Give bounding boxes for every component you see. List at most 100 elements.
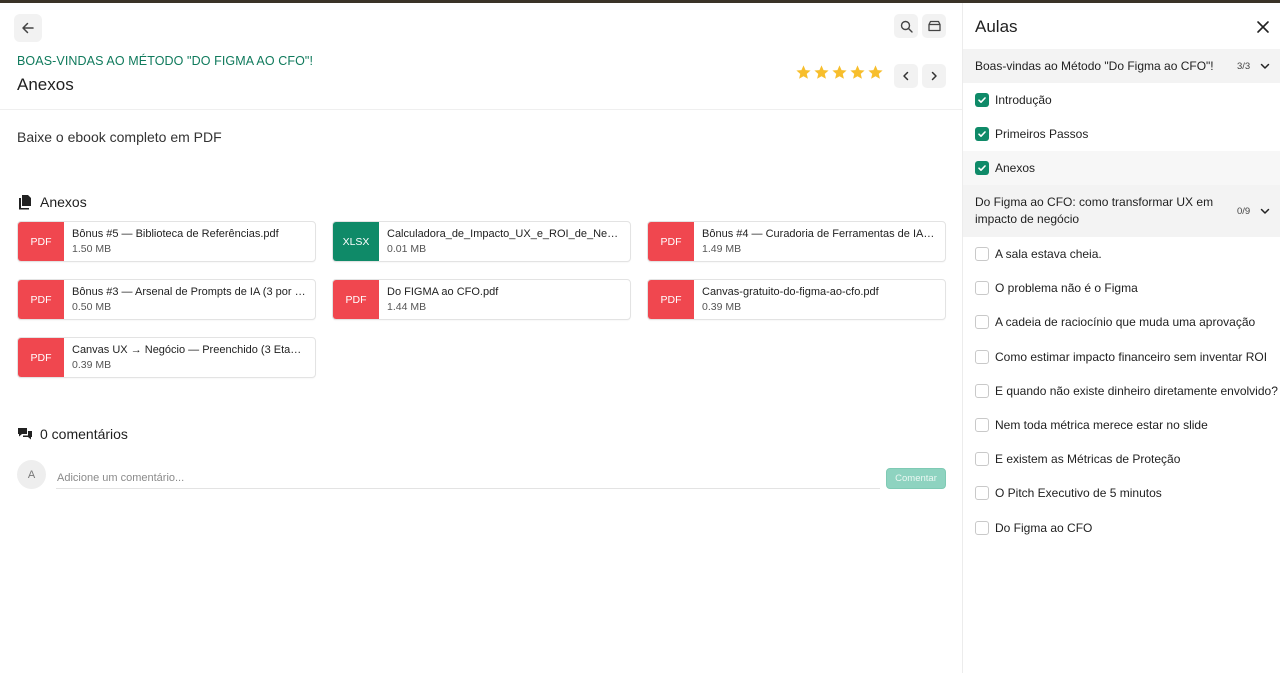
- file-type-badge: PDF: [333, 280, 379, 319]
- submit-comment-button[interactable]: Comentar: [886, 468, 946, 489]
- arrow-left-icon: [22, 22, 34, 34]
- file-size: 1.44 MB: [387, 301, 427, 313]
- file-type-badge: PDF: [18, 222, 64, 261]
- lesson-item[interactable]: Primeiros Passos: [963, 117, 1280, 151]
- checkbox-unchecked[interactable]: [975, 452, 989, 467]
- chevron-left-icon: [903, 71, 909, 81]
- attachments-heading: Anexos: [17, 194, 87, 210]
- lesson-label: Nem toda métrica merece estar no slide: [995, 418, 1208, 432]
- lesson-label: A sala estava cheia.: [995, 247, 1102, 261]
- checkbox-unchecked[interactable]: [975, 520, 989, 535]
- lesson-label: Introdução: [995, 93, 1052, 107]
- attachment-card[interactable]: PDF Bônus #4 — Curadoria de Ferramentas d…: [647, 221, 946, 262]
- checkbox-checked[interactable]: [975, 93, 989, 107]
- attachment-card[interactable]: PDF Bônus #5 — Biblioteca de Referências.…: [17, 221, 316, 262]
- star-icon[interactable]: [867, 64, 884, 81]
- file-type-badge: PDF: [18, 280, 64, 319]
- checkbox-checked[interactable]: [975, 127, 989, 141]
- module-eyebrow: BOAS-VINDAS AO MÉTODO "DO FIGMA AO CFO"!: [17, 54, 314, 68]
- next-lesson-button[interactable]: [922, 64, 946, 88]
- file-name: Bônus #4 — Curadoria de Ferramentas de I…: [702, 228, 937, 240]
- lesson-description: Baixe o ebook completo em PDF: [17, 129, 222, 145]
- avatar: A: [17, 460, 46, 489]
- lesson-item[interactable]: E quando não existe dinheiro diretamente…: [963, 374, 1280, 408]
- lesson-label: E quando não existe dinheiro diretamente…: [995, 383, 1278, 398]
- checkbox-unchecked[interactable]: [975, 349, 989, 364]
- checkbox-unchecked[interactable]: [975, 486, 989, 501]
- file-type-badge: PDF: [18, 338, 64, 377]
- lesson-item[interactable]: O Pitch Executivo de 5 minutos: [963, 476, 1280, 510]
- check-icon: [978, 97, 986, 103]
- attachment-card[interactable]: PDF Do FIGMA ao CFO.pdf 1.44 MB: [332, 279, 631, 320]
- file-name: Bônus #3 — Arsenal de Prompts de IA (3 p…: [72, 286, 307, 298]
- file-type-badge: XLSX: [333, 222, 379, 261]
- attachment-card[interactable]: XLSX Calculadora_de_Impacto_UX_e_ROI_de_N…: [332, 221, 631, 262]
- lesson-item[interactable]: E existem as Métricas de Proteção: [963, 442, 1280, 476]
- file-info: Bônus #4 — Curadoria de Ferramentas de I…: [694, 222, 945, 261]
- rating-stars[interactable]: [795, 64, 884, 81]
- lesson-item[interactable]: A sala estava cheia.: [963, 237, 1280, 271]
- files-icon: [19, 195, 31, 210]
- comments-count: 0 comentários: [40, 426, 128, 442]
- lesson-item[interactable]: Do Figma ao CFO: [963, 511, 1280, 545]
- lesson-item-active[interactable]: Anexos: [963, 151, 1280, 185]
- check-icon: [978, 165, 986, 171]
- lesson-label: Primeiros Passos: [995, 127, 1089, 141]
- checkbox-unchecked[interactable]: [975, 383, 989, 398]
- lesson-label: Do Figma ao CFO: [995, 520, 1093, 535]
- lesson-label: E existem as Métricas de Proteção: [995, 452, 1181, 467]
- close-icon[interactable]: [1255, 19, 1271, 35]
- star-icon[interactable]: [831, 64, 848, 81]
- chevron-down-icon: [1260, 63, 1270, 69]
- file-name: Calculadora_de_Impacto_UX_e_ROI_de_Negoc…: [387, 228, 622, 240]
- checkbox-unchecked[interactable]: [975, 315, 989, 330]
- archive-icon: [927, 20, 941, 32]
- attachment-card[interactable]: PDF Bônus #3 — Arsenal de Prompts de IA (…: [17, 279, 316, 320]
- star-icon[interactable]: [795, 64, 812, 81]
- chevron-down-icon: [1260, 208, 1270, 214]
- previous-lesson-button[interactable]: [894, 64, 918, 88]
- lesson-label: Como estimar impacto financeiro sem inve…: [995, 349, 1268, 364]
- search-button[interactable]: [894, 14, 918, 38]
- module-header-2[interactable]: Do Figma ao CFO: como transformar UX em …: [963, 185, 1280, 237]
- attachment-card[interactable]: PDF Canvas UX → Negócio — Preenchido (3 E…: [17, 337, 316, 378]
- file-size: 0.01 MB: [387, 243, 427, 255]
- module-title-2-line1: Do Figma ao CFO: como transformar UX em: [975, 195, 1214, 209]
- lesson-item[interactable]: O problema não é o Figma: [963, 271, 1280, 305]
- module-header-1[interactable]: Boas-vindas ao Método "Do Figma ao CFO"!…: [963, 49, 1280, 83]
- file-type-badge: PDF: [648, 222, 694, 261]
- back-button[interactable]: [14, 14, 42, 42]
- module-title-2: Do Figma ao CFO: como transformar UX em …: [975, 194, 1213, 228]
- file-info: Bônus #5 — Biblioteca de Referências.pdf…: [64, 222, 315, 261]
- attachments-heading-label: Anexos: [40, 194, 87, 210]
- header-divider: [0, 109, 962, 110]
- lesson-item[interactable]: Nem toda métrica merece estar no slide: [963, 408, 1280, 442]
- file-info: Bônus #3 — Arsenal de Prompts de IA (3 p…: [64, 280, 315, 319]
- star-icon[interactable]: [813, 64, 830, 81]
- file-type-badge: PDF: [648, 280, 694, 319]
- chat-bubbles-icon: [18, 428, 32, 440]
- lesson-item[interactable]: Introdução: [963, 83, 1280, 117]
- checkbox-checked[interactable]: [975, 161, 989, 175]
- file-info: Calculadora_de_Impacto_UX_e_ROI_de_Negoc…: [379, 222, 630, 261]
- file-size: 0.39 MB: [72, 359, 112, 371]
- sidebar-title: Aulas: [975, 17, 1018, 36]
- comments-heading: 0 comentários: [17, 426, 128, 442]
- checkbox-unchecked[interactable]: [975, 247, 989, 261]
- lesson-label: O problema não é o Figma: [995, 281, 1138, 296]
- star-icon[interactable]: [849, 64, 866, 81]
- comment-input[interactable]: [56, 467, 880, 489]
- file-size: 0.50 MB: [72, 301, 112, 313]
- attachment-card[interactable]: PDF Canvas-gratuito-do-figma-ao-cfo.pdf 0.…: [647, 279, 946, 320]
- page-title: Anexos: [17, 75, 74, 94]
- archive-button[interactable]: [922, 14, 946, 38]
- checkbox-unchecked[interactable]: [975, 418, 989, 432]
- file-name: Canvas UX → Negócio — Preenchido (3 Etap…: [72, 344, 307, 356]
- lesson-label: O Pitch Executivo de 5 minutos: [995, 486, 1162, 501]
- module-title-2-line2: impacto de negócio: [975, 212, 1080, 226]
- module-progress-2: 0/9: [1237, 206, 1251, 217]
- checkbox-unchecked[interactable]: [975, 281, 989, 296]
- lesson-item[interactable]: A cadeia de raciocínio que muda uma apro…: [963, 305, 1280, 339]
- file-name: Do FIGMA ao CFO.pdf: [387, 286, 499, 298]
- lesson-item[interactable]: Como estimar impacto financeiro sem inve…: [963, 340, 1280, 374]
